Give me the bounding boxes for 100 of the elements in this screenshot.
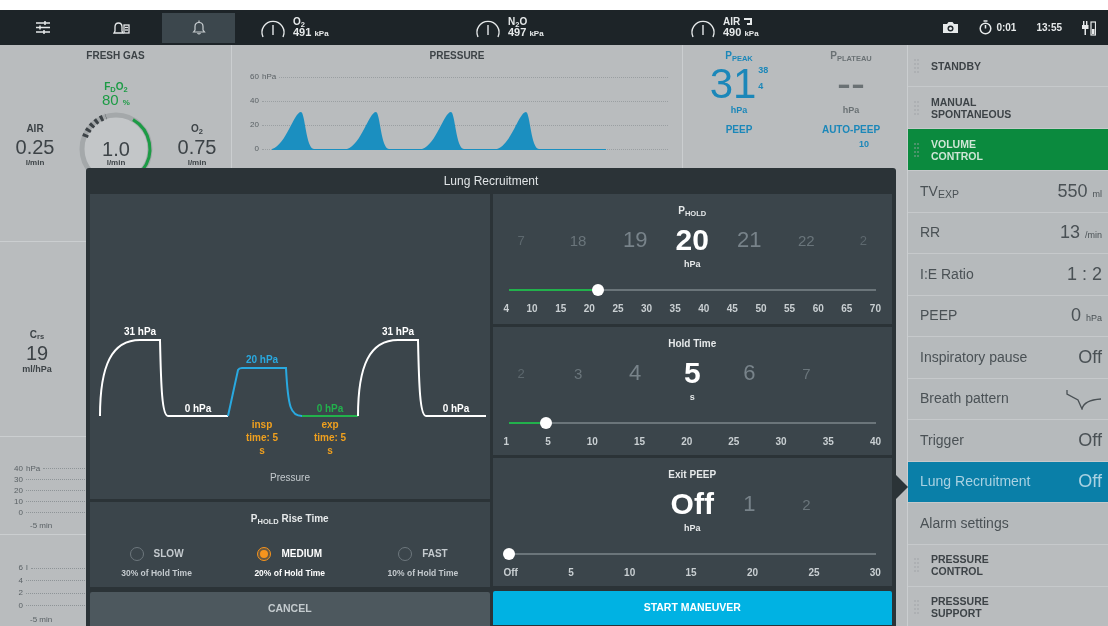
baseline-line [167, 415, 229, 417]
slider-tick: Off [503, 565, 518, 580]
slider-tick: 65 [841, 301, 853, 316]
pressure-label: 0 hPa [442, 402, 470, 416]
radio-button[interactable] [257, 546, 272, 561]
slider-tick: 35 [822, 434, 834, 449]
slider-tick: 1 [503, 434, 510, 449]
section-title: Hold Time [668, 337, 717, 351]
unit-label: l/min [187, 159, 207, 167]
fdo2-label: F$_{D}$O$_{2}$ [104, 82, 128, 92]
axis-tick: 6 [17, 562, 24, 575]
setting-label: Lung Recruitment [920, 472, 1031, 492]
slider-tick: 50 [755, 301, 767, 316]
radio-label: SLOW [153, 547, 184, 561]
radio-option[interactable]: FAST [398, 546, 448, 561]
start-button[interactable]: START MANEUVER [492, 591, 892, 625]
camera-button[interactable] [942, 21, 960, 34]
picker-value[interactable]: 21 [720, 229, 778, 251]
compliance-value: 19 [25, 342, 49, 363]
time-label: insp time: 5 s [244, 418, 280, 457]
gas-reading: 491 kPa [293, 27, 329, 39]
slider-tick: 55 [784, 301, 796, 316]
picker-value[interactable]: Off [663, 489, 721, 519]
bell-icon [191, 20, 206, 35]
slider-tick: 35 [669, 301, 681, 316]
gas-reading: 497 kPa [508, 27, 544, 39]
baseline-line [425, 415, 487, 417]
gas-reading: 490 kPa [723, 27, 759, 39]
slider-thumb[interactable] [540, 416, 553, 429]
slider-tick: 15 [685, 565, 697, 580]
timer-text: 0:01 [996, 21, 1017, 35]
flow-value: 1.0 [102, 139, 130, 159]
unit-label: hPa [684, 522, 701, 535]
slider-tick: 15 [633, 434, 646, 449]
setting-label: PEEP [920, 306, 958, 326]
setting-value: 13 /min [1059, 221, 1102, 245]
breath-pattern-icon [1066, 387, 1102, 410]
clock-text: 13:55 [1036, 21, 1062, 35]
unit-label: l/min [106, 159, 126, 167]
radio-option[interactable]: SLOW [129, 546, 184, 561]
slider-tick: 10 [624, 565, 636, 580]
picker-value[interactable]: 19 [606, 229, 664, 251]
setting-label: RR [920, 223, 941, 243]
exit-pressure-line [301, 415, 359, 417]
slider-tick: 10 [526, 301, 538, 316]
slider-tick: 15 [555, 301, 567, 316]
pressure-label: 31 hPa [381, 325, 415, 339]
cancel-button[interactable]: CANCEL [90, 592, 490, 626]
panel-title: FRESH GAS [85, 49, 146, 62]
slider-tick: 25 [728, 434, 740, 449]
panel-title: PRESSURE [428, 49, 486, 62]
alarm-silence-button[interactable] [162, 12, 235, 43]
unit-label: s [689, 391, 695, 404]
picker-value[interactable]: 6 [720, 362, 778, 384]
picker-value[interactable]: 1 [720, 493, 778, 515]
radio-label: FAST [422, 547, 448, 561]
axis-tick: 0 [253, 143, 260, 155]
time-label: exp time: 5 s [312, 418, 348, 457]
slider-tick: 30 [869, 565, 881, 580]
grip-icon [914, 142, 919, 157]
unit-label: ml/hPa [22, 364, 52, 374]
setting-value: 1 : 2 [1066, 262, 1102, 286]
setting-value: 0 hPa [1070, 304, 1102, 328]
option-note: 10% of Hold Time [387, 567, 459, 580]
axis-tick: 2 [17, 587, 24, 600]
setting-label: TV$_{EXP}$ [920, 181, 959, 202]
axis-tick: 20 [249, 119, 260, 131]
option-note: 20% of Hold Time [254, 567, 326, 580]
slider-thumb[interactable] [591, 283, 604, 296]
pressure-label: 31 hPa [123, 325, 157, 339]
flow-value: 0.75 [177, 137, 217, 157]
slider-tick: 30 [641, 301, 653, 316]
picker-value[interactable]: 4 [606, 362, 664, 384]
axis-tick: 0 [17, 506, 24, 519]
axis-tick: 40 [13, 462, 24, 475]
settings-icon [34, 20, 51, 35]
section-title: P$_{HOLD}$ Rise Time [250, 512, 329, 526]
slider-tick: 45 [726, 301, 738, 316]
mode-item[interactable]: VOLUME CONTROL [908, 129, 1108, 171]
picker-value[interactable]: 5 [663, 358, 721, 388]
measurement-label: P$_{PLATEAU}$ [830, 51, 872, 61]
gas-label: AIR [26, 124, 44, 134]
mode-label: VOLUME CONTROL [931, 137, 984, 162]
max-value: 10 [859, 139, 869, 149]
axis-unit: hPa [26, 462, 42, 475]
unit-label: hPa [684, 258, 701, 271]
axis-tick: 0 [17, 599, 24, 612]
gas-label: AIR [723, 16, 741, 27]
mode-label: MANUAL SPONTANEOUS [931, 95, 1013, 120]
pressure-label: 0 hPa [316, 402, 344, 416]
radio-label: MEDIUM [281, 547, 322, 561]
slider-tick: 20 [583, 301, 595, 316]
axis-label: -5 min [29, 614, 54, 626]
setting-item[interactable]: Lung Recruitment Off [908, 461, 1108, 503]
slider-tick: 5 [545, 434, 551, 449]
axis-tick: 30 [13, 473, 24, 486]
mode-label: PRESSURE CONTROL [931, 553, 990, 577]
radio-option[interactable]: MEDIUM [257, 546, 322, 561]
picker-value[interactable]: 20 [663, 225, 721, 255]
slider-thumb[interactable] [502, 547, 515, 560]
